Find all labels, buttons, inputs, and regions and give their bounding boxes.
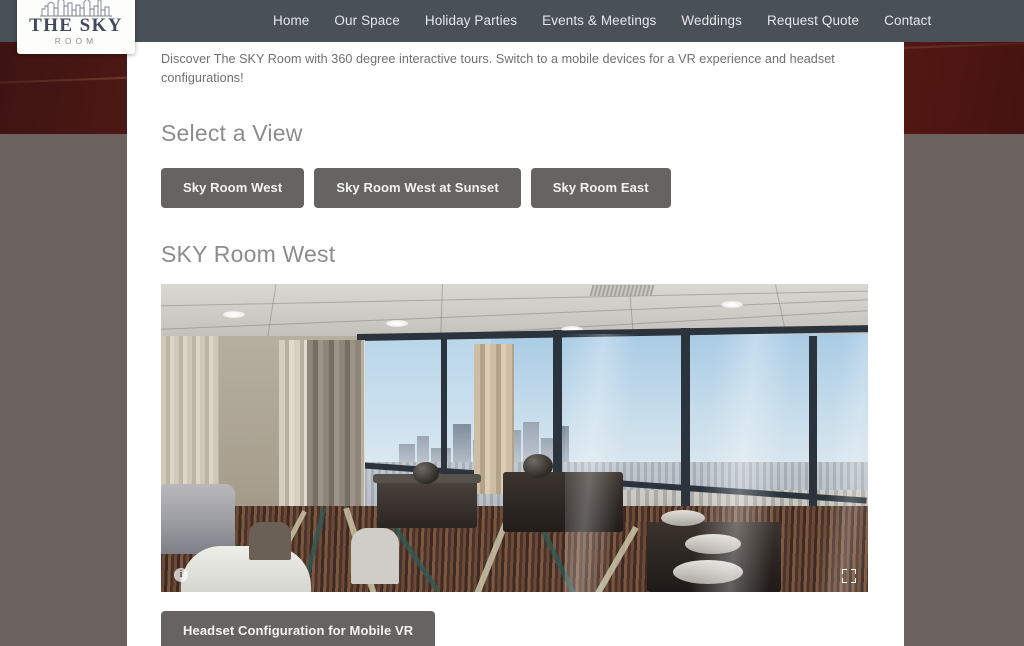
view-button-sky-room-west-at-sunset[interactable]: Sky Room West at Sunset: [314, 167, 521, 208]
serving-pot: [413, 461, 439, 484]
serving-pot: [523, 453, 553, 478]
fullscreen-icon[interactable]: [842, 568, 856, 583]
room-title-heading: SKY Room West: [161, 240, 336, 267]
draped-table: [161, 483, 235, 554]
curtain: [307, 339, 361, 530]
view-selector-buttons: Sky Room West Sky Room West at Sunset Sk…: [161, 167, 874, 208]
serving-tray: [661, 509, 705, 526]
nav-item-events-meetings[interactable]: Events & Meetings: [542, 0, 656, 42]
nav-item-request-quote[interactable]: Request Quote: [767, 0, 859, 42]
serving-tray: [673, 559, 743, 584]
white-round-table: [181, 545, 311, 592]
buffet-counter: [503, 471, 623, 532]
select-a-view-heading: Select a View: [161, 119, 303, 146]
info-icon[interactable]: i: [174, 567, 188, 582]
ceiling-vent: [589, 284, 655, 296]
site-logo[interactable]: THE SKY ROOM: [17, 0, 135, 54]
main-navigation-bar: Home Our Space Holiday Parties Events & …: [0, 0, 1024, 42]
nav-item-our-space[interactable]: Our Space: [334, 0, 399, 42]
nav-item-contact[interactable]: Contact: [884, 0, 931, 42]
page-content-column: Discover The SKY Room with 360 degree in…: [127, 0, 904, 646]
view-button-sky-room-west[interactable]: Sky Room West: [161, 167, 305, 208]
chair: [249, 521, 291, 560]
buffet-counter: [373, 473, 481, 528]
nav-list: Home Our Space Holiday Parties Events & …: [273, 0, 931, 42]
ceiling-light: [386, 319, 408, 327]
headset-configuration-button[interactable]: Headset Configuration for Mobile VR: [161, 610, 436, 646]
nav-item-weddings[interactable]: Weddings: [681, 0, 742, 42]
chair: [351, 527, 399, 584]
nav-item-home[interactable]: Home: [273, 0, 309, 42]
panorama-viewer[interactable]: i: [161, 283, 868, 592]
logo-primary-text: THE SKY: [29, 15, 123, 36]
view-button-sky-room-east[interactable]: Sky Room East: [530, 167, 671, 208]
ceiling-light: [721, 300, 743, 308]
serving-tray: [685, 533, 741, 554]
main-content: Discover The SKY Room with 360 degree in…: [161, 42, 874, 646]
logo-secondary-text: ROOM: [54, 36, 98, 46]
ceiling-light: [223, 310, 245, 318]
nav-item-holiday-parties[interactable]: Holiday Parties: [425, 0, 517, 42]
intro-paragraph: Discover The SKY Room with 360 degree in…: [161, 52, 835, 85]
